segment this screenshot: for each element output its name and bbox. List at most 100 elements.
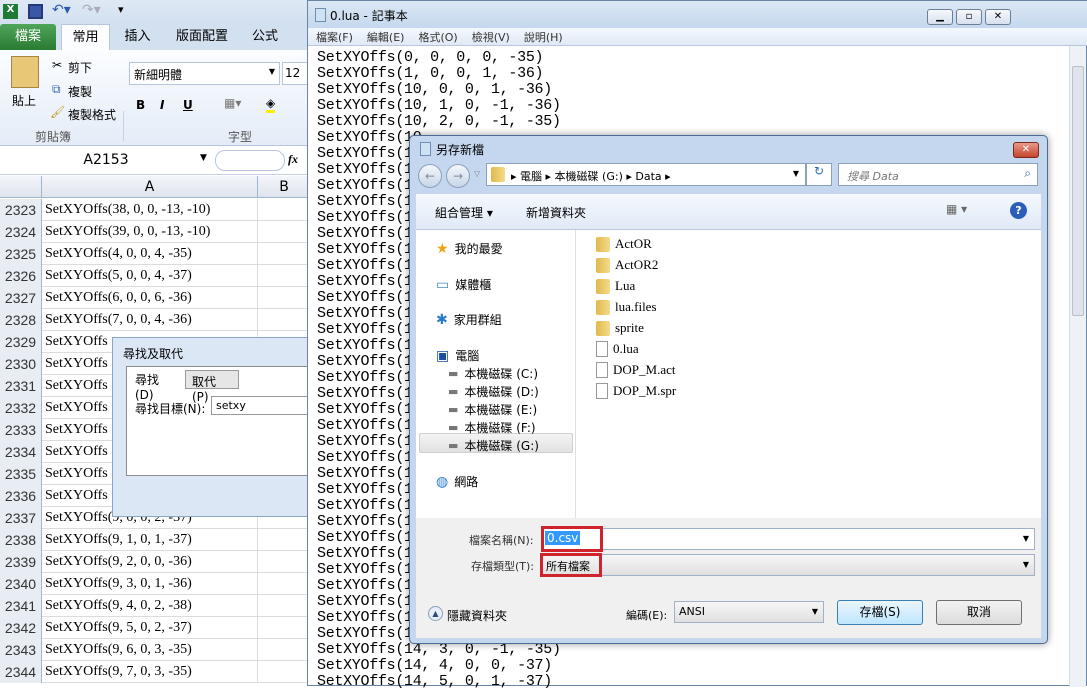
nav-item[interactable]: ▬ 本機磁碟 (D:) [448,383,539,400]
cell-a[interactable]: SetXYOffs [45,375,108,397]
row-number[interactable]: 2329 [0,331,42,353]
recent-locations-icon[interactable]: ▽ [474,169,480,178]
row-number[interactable]: 2340 [0,573,42,595]
chevron-down-icon[interactable]: ▼ [812,607,818,616]
cell-a[interactable]: SetXYOffs(9, 1, 0, 1, -37) [45,529,192,551]
cell-a[interactable]: SetXYOffs(5, 0, 0, 4, -37) [45,265,192,287]
cell-a[interactable]: SetXYOffs(6, 0, 0, 6, -36) [45,287,192,309]
cell-a[interactable]: SetXYOffs(39, 0, 0, -13, -10) [45,221,210,243]
nav-item[interactable]: ✱ 家用群組 [436,311,502,328]
forward-button[interactable]: → [446,164,470,188]
hide-folders-button[interactable]: 隱藏資料夾 [447,607,507,624]
file-item[interactable]: DOP_M.spr [596,383,676,399]
tab-find[interactable]: 尋找(D) [127,368,183,402]
row-number[interactable]: 2335 [0,463,42,485]
row-number[interactable]: 2336 [0,485,42,507]
fill-color-icon[interactable]: ◈ [266,96,276,113]
vertical-scrollbar[interactable] [1069,46,1086,687]
chevron-up-icon[interactable]: ▲ [428,606,443,621]
filename-input[interactable]: 0.csv ▼ [541,528,1035,550]
cell-a[interactable]: SetXYOffs [45,331,108,353]
tab-file[interactable]: 檔案 [0,24,56,50]
cell-a[interactable]: SetXYOffs(4, 0, 0, 4, -35) [45,243,192,265]
row-number[interactable]: 2341 [0,595,42,617]
breadcrumb-drive-g[interactable]: 本機磁碟 (G:) [555,170,623,183]
file-item[interactable]: ActOR2 [596,257,658,273]
organize-button[interactable]: 組合管理 ▾ [435,204,493,221]
menu-file[interactable]: 檔案(F) [316,31,353,44]
copy-button[interactable]: 複製 [68,83,92,100]
nav-item[interactable]: ▬ 本機磁碟 (E:) [448,401,537,418]
row-number[interactable]: 2344 [0,661,42,683]
cell-a[interactable]: SetXYOffs [45,441,108,463]
cell-a[interactable]: SetXYOffs(9, 5, 0, 2, -37) [45,617,192,639]
row-number[interactable]: 2331 [0,375,42,397]
row-number[interactable]: 2325 [0,243,42,265]
cell-a[interactable]: SetXYOffs(9, 3, 0, 1, -36) [45,573,192,595]
search-input[interactable]: 搜尋 Data ⌕ [838,163,1038,186]
column-b-header[interactable]: B [258,176,310,198]
select-all[interactable] [0,176,42,198]
chevron-down-icon[interactable]: ▼ [1023,534,1029,543]
save-button[interactable]: 存檔(S) [837,600,923,625]
nav-item[interactable]: ▬ 本機磁碟 (F:) [448,419,536,436]
paste-icon[interactable] [11,56,39,88]
row-number[interactable]: 2323 [0,199,42,221]
menu-format[interactable]: 格式(O) [418,31,457,44]
minimize-button[interactable]: ▁ [927,9,953,25]
underline-button[interactable]: U [183,98,193,112]
cell-a[interactable]: SetXYOffs [45,485,108,507]
nav-item[interactable]: ▣ 電腦 [436,347,479,364]
close-button[interactable]: ✕ [1013,142,1039,158]
undo-icon[interactable]: ↶▾ [52,2,71,18]
row-number[interactable]: 2339 [0,551,42,573]
column-a-header[interactable]: A [42,176,258,198]
back-button[interactable]: ← [418,164,442,188]
bold-button[interactable]: B [136,98,145,112]
row-number[interactable]: 2343 [0,639,42,661]
fx-button[interactable]: fx [288,152,298,167]
cell-a[interactable]: SetXYOffs(9, 2, 0, 0, -36) [45,551,192,573]
cell-a[interactable]: SetXYOffs(7, 0, 0, 4, -36) [45,309,192,331]
row-number[interactable]: 2326 [0,265,42,287]
font-name-select[interactable]: 新細明體 ▼ [129,62,280,85]
row-number[interactable]: 2337 [0,507,42,529]
tab-page-layout[interactable]: 版面配置 [170,24,234,50]
nav-item[interactable]: ★ 我的最愛 [436,240,503,257]
menu-edit[interactable]: 編輯(E) [367,31,405,44]
menu-help[interactable]: 說明(H) [524,31,563,44]
new-folder-button[interactable]: 新增資料夾 [526,204,586,221]
italic-button[interactable]: I [160,98,164,112]
file-item[interactable]: sprite [596,320,644,336]
tab-replace[interactable]: 取代(P) [185,370,239,404]
filetype-select[interactable]: 所有檔案 ▼ [541,554,1035,576]
nav-item[interactable]: ▬ 本機磁碟 (C:) [448,365,538,382]
cell-a[interactable]: SetXYOffs(9, 7, 0, 3, -35) [45,661,192,683]
file-item[interactable]: lua.files [596,299,657,315]
row-number[interactable]: 2332 [0,397,42,419]
file-item[interactable]: ActOR [596,236,652,252]
name-box[interactable]: A2153 [0,150,212,171]
find-what-input[interactable]: setxy [211,396,311,415]
row-number[interactable]: 2333 [0,419,42,441]
cell-a[interactable]: SetXYOffs [45,419,108,441]
chevron-down-icon[interactable]: ▼ [1023,560,1029,569]
row-number[interactable]: 2328 [0,309,42,331]
breadcrumb-data[interactable]: Data [635,170,661,183]
cell-a[interactable]: SetXYOffs [45,353,108,375]
row-number[interactable]: 2334 [0,441,42,463]
breadcrumb-computer[interactable]: 電腦 [520,170,542,183]
cell-a[interactable]: SetXYOffs [45,397,108,419]
save-icon[interactable] [28,4,43,19]
row-number[interactable]: 2338 [0,529,42,551]
cancel-button[interactable]: 取消 [936,600,1022,625]
paste-button[interactable]: 貼上 [12,92,36,109]
chevron-down-icon[interactable]: ▼ [793,169,799,178]
row-number[interactable]: 2330 [0,353,42,375]
cell-a[interactable]: SetXYOffs(38, 0, 0, -13, -10) [45,199,210,221]
nav-item[interactable]: ▬ 本機磁碟 (G:) [448,437,539,454]
view-options-icon[interactable]: ▦ ▾ [946,202,967,216]
maximize-button[interactable]: ▫ [956,9,982,25]
file-item[interactable]: Lua [596,278,635,294]
help-icon[interactable]: ? [1010,202,1027,219]
